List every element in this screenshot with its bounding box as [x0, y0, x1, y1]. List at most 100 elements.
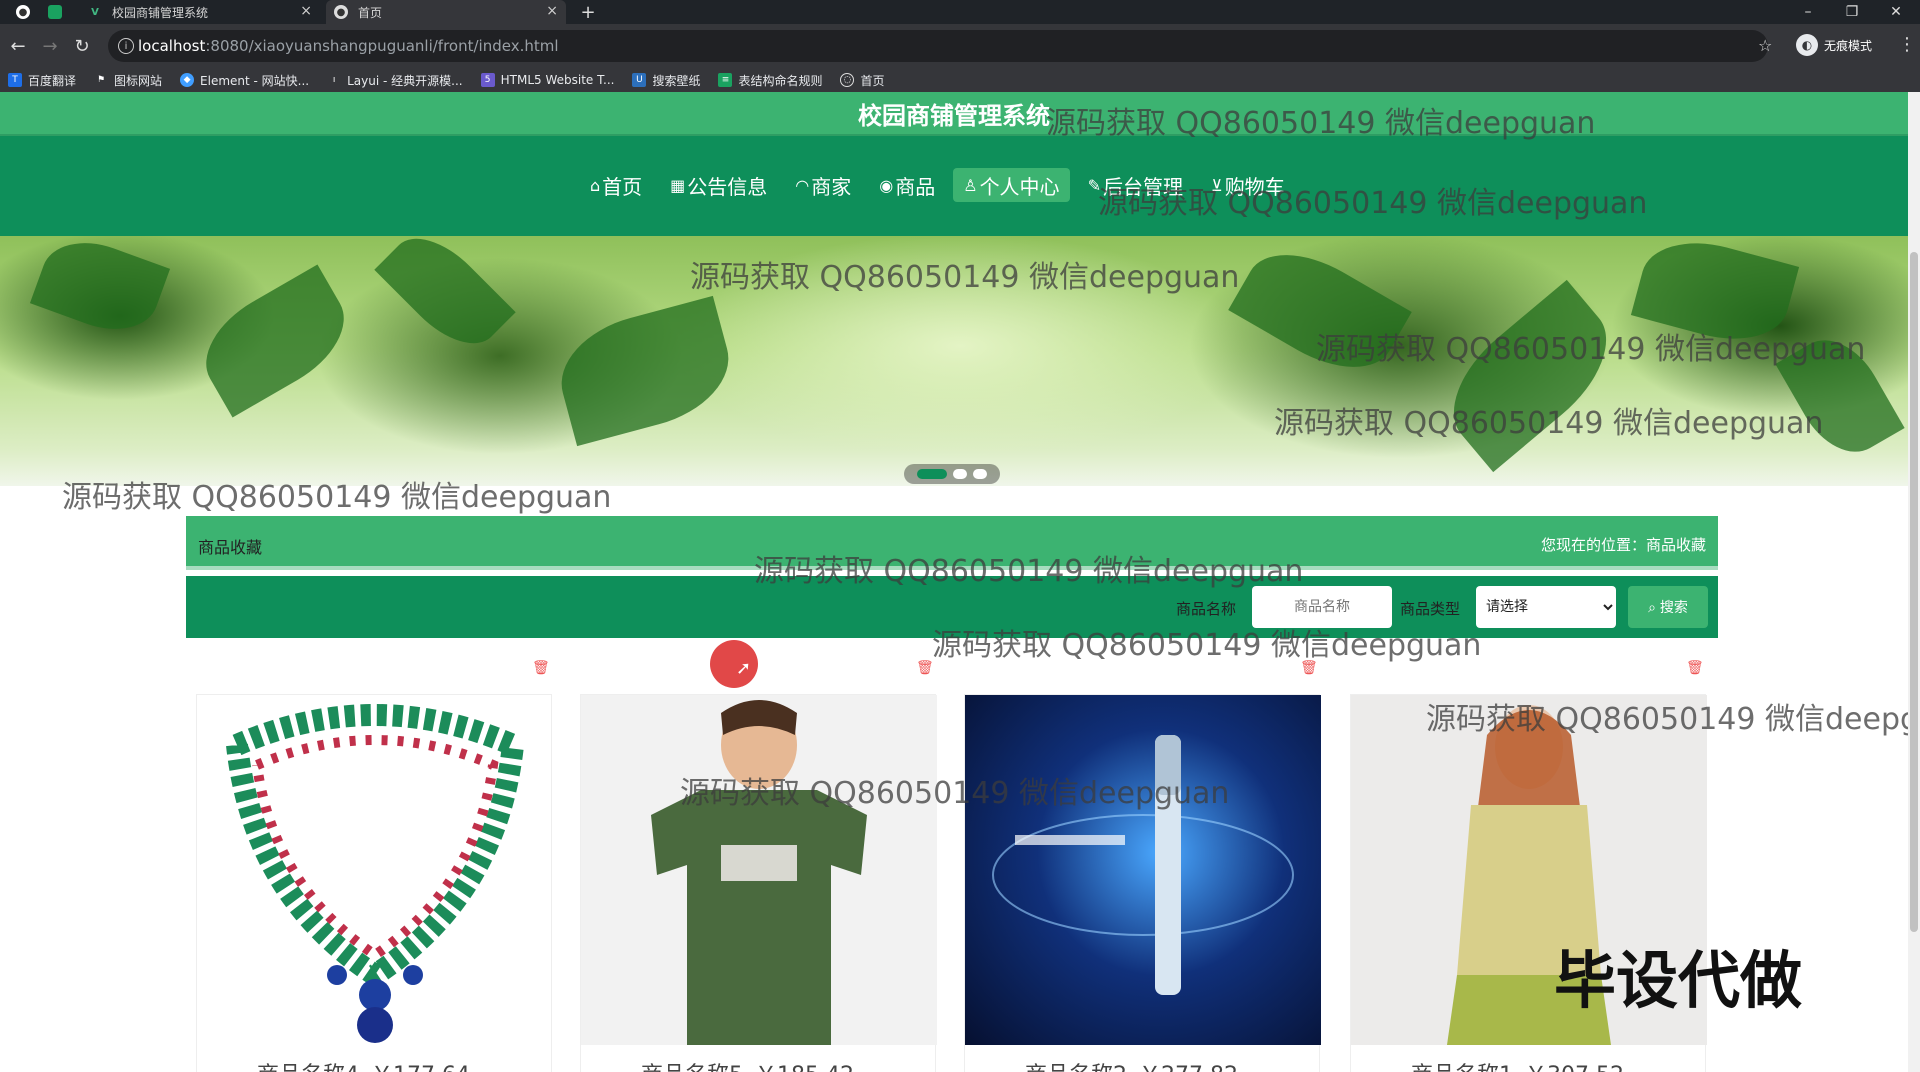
leaf-decoration: [1428, 279, 1632, 473]
product-type-select[interactable]: 请选择: [1476, 586, 1616, 628]
product-price: ￥177.64: [371, 1063, 470, 1072]
tab-home[interactable]: ● 首页 ×: [326, 0, 566, 24]
nav-label: 公告信息: [687, 174, 768, 199]
product-card[interactable]: 商品名称2 ￥277.82: [964, 694, 1321, 1072]
product-icon: ◉: [879, 175, 894, 195]
menu-icon[interactable]: ⋮: [1898, 34, 1916, 55]
globe-icon: ◌: [840, 73, 855, 87]
product-caption: 商品名称4 ￥177.64: [257, 1057, 470, 1072]
carousel-indicators: [904, 464, 1000, 484]
product-caption: 商品名称5 ￥185.42: [641, 1057, 854, 1072]
product-name-label: 商品名称: [1176, 600, 1237, 618]
url-host: localhost: [138, 37, 206, 55]
bookmark-item[interactable]: T 百度翻译: [8, 72, 76, 89]
notice-icon: ▦: [670, 175, 686, 195]
tab-label: 首页: [358, 5, 383, 20]
bookmark-item[interactable]: 5 HTML5 Website T...: [480, 73, 615, 87]
bookmark-item[interactable]: ⚑ 图标网站: [94, 72, 162, 89]
close-icon[interactable]: ×: [300, 3, 312, 19]
product-name-input[interactable]: [1252, 586, 1392, 628]
nav-personal-center[interactable]: ♙ 个人中心: [953, 168, 1070, 202]
product-card[interactable]: 商品名称5 ￥185.42: [580, 694, 937, 1072]
bookmark-item[interactable]: ı Layui - 经典开源模...: [327, 72, 463, 89]
product-image-tshirt[interactable]: [581, 695, 937, 1045]
product-price: ￥307.52: [1525, 1063, 1624, 1072]
delete-icon[interactable]: 🗑: [1686, 660, 1704, 676]
product-name: 商品名称2: [1025, 1063, 1127, 1072]
product-name: 商品名称4: [257, 1063, 359, 1072]
bookmark-label: 搜索壁纸: [652, 73, 701, 88]
product-card[interactable]: 商品名称4 ￥177.64: [196, 694, 552, 1072]
bookmark-label: HTML5 Website T...: [500, 73, 615, 87]
minimize-icon[interactable]: –: [1786, 0, 1830, 24]
nav-notices[interactable]: ▦ 公告信息: [660, 168, 777, 202]
product-price: ￥185.42: [755, 1063, 854, 1072]
pinned-tab[interactable]: [40, 0, 64, 24]
section-title: 商品收藏: [198, 538, 263, 557]
promo-overlay-text: 毕设代做: [1554, 944, 1803, 1017]
nav-cart[interactable]: ⊻ 购物车: [1201, 168, 1295, 202]
banner-carousel[interactable]: [0, 236, 1908, 486]
nav-label: 首页: [602, 174, 643, 199]
carousel-dot[interactable]: [953, 469, 967, 479]
incognito-indicator[interactable]: ◐ 无痕模式: [1796, 34, 1872, 56]
forward-icon[interactable]: →: [38, 34, 62, 58]
layui-icon: ı: [332, 75, 336, 85]
main-nav: ⌂ 首页 ▦ 公告信息 ◠ 商家 ◉ 商品 ♙ 个人中心 ✎ 后台管理 ⊻ 购物车: [0, 136, 1908, 236]
baidu-icon: T: [8, 73, 22, 87]
nav-label: 购物车: [1224, 174, 1285, 199]
delete-icon[interactable]: 🗑: [916, 660, 934, 676]
bookmark-label: 首页: [860, 73, 885, 88]
info-icon[interactable]: i: [118, 38, 134, 54]
product-price: ￥277.82: [1139, 1063, 1238, 1072]
nav-products[interactable]: ◉ 商品: [869, 168, 945, 202]
new-tab-button[interactable]: +: [576, 0, 600, 24]
reload-icon[interactable]: ↻: [70, 34, 94, 58]
bookmark-item[interactable]: ≡ 表结构命名规则: [718, 72, 822, 89]
back-icon[interactable]: ←: [6, 34, 30, 58]
incognito-label: 无痕模式: [1824, 38, 1873, 53]
nav-merchants[interactable]: ◠ 商家: [785, 168, 861, 202]
carousel-dot[interactable]: [917, 469, 947, 479]
product-image-necklace[interactable]: [197, 695, 553, 1045]
bookmark-item[interactable]: ◆ Element - 网站快...: [180, 72, 309, 89]
bookmark-label: 表结构命名规则: [738, 73, 823, 88]
restore-icon[interactable]: ❐: [1830, 0, 1874, 24]
close-icon[interactable]: ×: [546, 3, 558, 19]
bookmark-item[interactable]: U 搜索壁纸: [632, 72, 700, 89]
tshirt-illustration: [651, 700, 867, 1045]
page-viewport: 校园商铺管理系统 ⌂ 首页 ▦ 公告信息 ◠ 商家 ◉ 商品 ♙ 个人中心 ✎ 后台管理 ⊻…: [0, 92, 1908, 1072]
bookmark-item[interactable]: ◌ 首页: [840, 72, 885, 89]
browser-home-tab[interactable]: ●: [8, 0, 40, 24]
browser-tab-strip: ● V 校园商铺管理系统 × ● 首页 × + – ❐ ✕: [0, 0, 1920, 24]
url-field[interactable]: i localhost:8080/xiaoyuanshangpuguanli/f…: [108, 30, 1768, 62]
product-type-label: 商品类型: [1400, 600, 1461, 618]
user-icon: ♙: [963, 175, 978, 195]
doc-icon: ≡: [718, 73, 733, 87]
leaf-decoration: [187, 264, 363, 418]
delete-icon[interactable]: 🗑: [532, 660, 550, 676]
bookmark-star-icon[interactable]: ☆: [1758, 36, 1772, 55]
leaf-decoration: [548, 295, 742, 447]
nav-admin[interactable]: ✎ 后台管理: [1078, 168, 1193, 202]
site-title: 校园商铺管理系统: [858, 102, 1050, 130]
product-caption: 商品名称2 ￥277.82: [1025, 1057, 1238, 1072]
product-caption: 商品名称1 ￥307.52: [1411, 1057, 1624, 1072]
delete-icon[interactable]: 🗑: [1300, 660, 1318, 676]
tab-admin-system[interactable]: V 校园商铺管理系统 ×: [80, 0, 320, 24]
incognito-icon: ◐: [1796, 34, 1818, 56]
carousel-dot[interactable]: [973, 469, 987, 479]
search-button[interactable]: ⌕ 搜索: [1628, 586, 1708, 628]
product-image-serum[interactable]: [965, 695, 1321, 1045]
html5-icon: 5: [480, 73, 495, 87]
scrollbar-thumb[interactable]: [1910, 252, 1918, 932]
close-window-icon[interactable]: ✕: [1874, 0, 1918, 24]
page-scrollbar[interactable]: [1908, 92, 1920, 1072]
globe-icon: ●: [16, 5, 30, 19]
nav-home[interactable]: ⌂ 首页: [580, 168, 652, 202]
tab-label: 校园商铺管理系统: [112, 5, 209, 20]
home-icon: ⌂: [590, 175, 601, 195]
search-bar: 商品名称 商品类型 请选择 ⌕ 搜索: [186, 576, 1718, 638]
url-path: :8080/xiaoyuanshangpuguanli/front/index.…: [205, 37, 559, 55]
bookmark-label: 图标网站: [114, 73, 163, 88]
